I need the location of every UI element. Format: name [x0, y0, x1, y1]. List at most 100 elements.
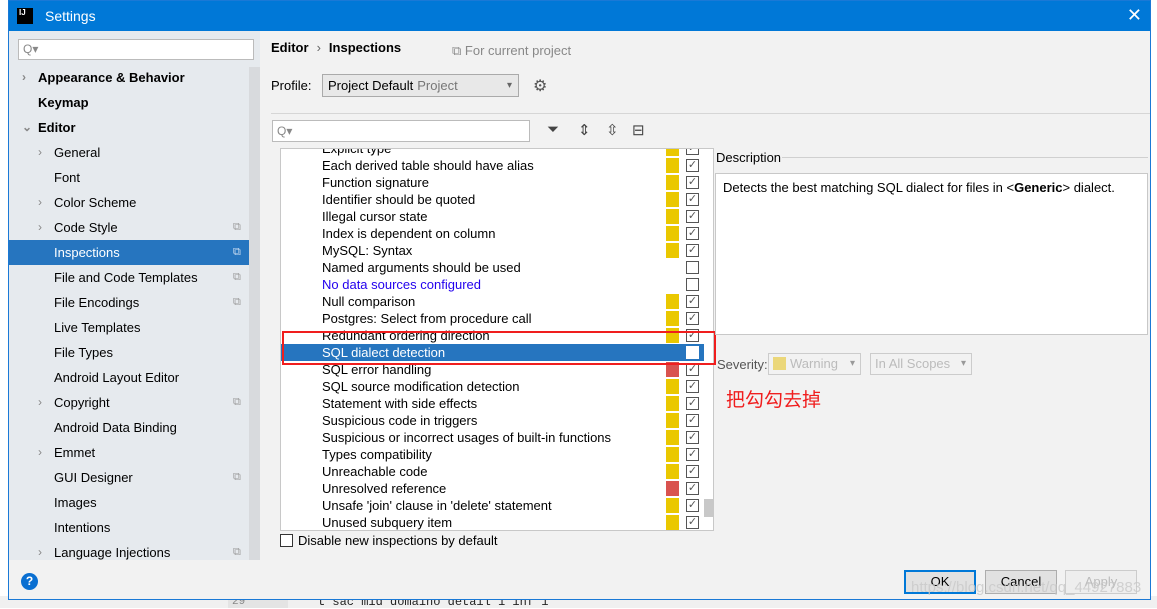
gear-icon[interactable]: ⚙ [533, 76, 547, 96]
sidebar-item-android-data-binding[interactable]: Android Data Binding [9, 415, 260, 440]
breadcrumb: Editor › Inspections [271, 40, 401, 55]
reset-icon[interactable]: ⊟ [632, 121, 645, 139]
sidebar-item-android-layout-editor[interactable]: Android Layout Editor [9, 365, 260, 390]
project-scope-icon: ⧉ [233, 271, 241, 283]
inspection-checkbox[interactable]: ✓ [686, 431, 699, 444]
inspection-checkbox[interactable]: ✓ [686, 465, 699, 478]
sidebar-scrollbar[interactable] [249, 67, 260, 560]
inspection-search-input[interactable]: Q▾ [272, 120, 530, 142]
inspection-checkbox[interactable]: ✓ [686, 193, 699, 206]
inspection-row[interactable]: Identifier should be quoted ✓ [281, 191, 704, 208]
disable-new-inspections-checkbox[interactable]: Disable new inspections by default [280, 533, 497, 548]
inspection-row[interactable]: Function signature ✓ [281, 174, 704, 191]
chevron-right-icon[interactable]: › [22, 65, 26, 90]
inspection-label: MySQL: Syntax [322, 243, 413, 258]
sidebar-item-gui-designer[interactable]: GUI Designer ⧉ [9, 465, 260, 490]
inspection-row[interactable]: Illegal cursor state ✓ [281, 208, 704, 225]
sidebar-item-file-encodings[interactable]: File Encodings ⧉ [9, 290, 260, 315]
inspection-row[interactable]: Unused subquery item ✓ [281, 514, 704, 530]
sidebar-item-editor[interactable]: ⌄ Editor [9, 115, 260, 140]
help-icon[interactable]: ? [21, 573, 38, 590]
sidebar-item-live-templates[interactable]: Live Templates [9, 315, 260, 340]
chevron-right-icon[interactable]: › [38, 540, 42, 565]
severity-indicator [666, 209, 679, 224]
inspection-checkbox[interactable]: ✓ [686, 516, 699, 529]
sidebar-item-inspections[interactable]: Inspections ⧉ [9, 240, 260, 265]
expand-all-icon[interactable]: ⇕ [578, 121, 591, 139]
inspection-row[interactable]: Suspicious code in triggers ✓ [281, 412, 704, 429]
profile-select[interactable]: Project Default Project ▾ [322, 74, 519, 97]
breadcrumb-editor[interactable]: Editor [271, 40, 309, 55]
sidebar-item-appearance-behavior[interactable]: › Appearance & Behavior [9, 65, 260, 90]
sidebar-item-file-types[interactable]: File Types [9, 340, 260, 365]
chevron-right-icon[interactable]: › [38, 140, 42, 165]
severity-indicator [666, 464, 679, 479]
inspection-checkbox[interactable]: ✓ [686, 448, 699, 461]
sidebar-item-copyright[interactable]: › Copyright ⧉ [9, 390, 260, 415]
sidebar-item-label: Images [54, 495, 97, 510]
severity-indicator [666, 311, 679, 326]
chevron-down-icon[interactable]: ⌄ [22, 115, 32, 140]
project-scope-icon: ⧉ [233, 246, 241, 258]
inspection-checkbox[interactable]: ✓ [686, 414, 699, 427]
inspection-row[interactable]: Explicit type ✓ [281, 149, 704, 157]
inspection-checkbox[interactable]: ✓ [686, 244, 699, 257]
inspection-row[interactable]: Unsafe 'join' clause in 'delete' stateme… [281, 497, 704, 514]
inspection-checkbox[interactable]: ✓ [686, 380, 699, 393]
sidebar-item-images[interactable]: Images [9, 490, 260, 515]
inspection-checkbox[interactable]: ✓ [686, 499, 699, 512]
inspection-checkbox[interactable] [686, 278, 699, 291]
sidebar-item-emmet[interactable]: › Emmet [9, 440, 260, 465]
inspection-checkbox[interactable]: ✓ [686, 397, 699, 410]
sidebar-item-keymap[interactable]: Keymap [9, 90, 260, 115]
severity-select[interactable]: Warning ▾ [768, 353, 861, 375]
inspection-row[interactable]: Types compatibility ✓ [281, 446, 704, 463]
severity-indicator [666, 430, 679, 445]
chevron-right-icon[interactable]: › [38, 190, 42, 215]
inspection-row[interactable]: Index is dependent on column ✓ [281, 225, 704, 242]
inspection-row[interactable]: Named arguments should be used [281, 259, 704, 276]
chevron-right-icon[interactable]: › [38, 215, 42, 240]
inspection-label: Types compatibility [322, 447, 432, 462]
inspections-scrollbar[interactable] [704, 499, 713, 517]
inspection-label: Unreachable code [322, 464, 428, 479]
inspection-row[interactable]: Unreachable code ✓ [281, 463, 704, 480]
inspection-checkbox[interactable]: ✓ [686, 159, 699, 172]
sidebar-item-language-injections[interactable]: › Language Injections ⧉ [9, 540, 260, 565]
inspection-checkbox[interactable]: ✓ [686, 227, 699, 240]
inspection-checkbox[interactable]: ✓ [686, 210, 699, 223]
sidebar-item-color-scheme[interactable]: › Color Scheme [9, 190, 260, 215]
inspection-checkbox[interactable]: ✓ [686, 295, 699, 308]
inspection-row[interactable]: Each derived table should have alias ✓ [281, 157, 704, 174]
sidebar-item-label: Inspections [54, 245, 120, 260]
inspection-label: Each derived table should have alias [322, 158, 534, 173]
sidebar-item-font[interactable]: Font [9, 165, 260, 190]
chevron-right-icon[interactable]: › [38, 390, 42, 415]
close-icon[interactable]: ✕ [1127, 5, 1142, 26]
inspection-row[interactable]: No data sources configured [281, 276, 704, 293]
inspection-row[interactable]: Suspicious or incorrect usages of built-… [281, 429, 704, 446]
inspection-row[interactable]: Postgres: Select from procedure call ✓ [281, 310, 704, 327]
checkbox[interactable] [280, 534, 293, 547]
inspection-row[interactable]: Unresolved reference ✓ [281, 480, 704, 497]
sidebar-item-general[interactable]: › General [9, 140, 260, 165]
severity-indicator [666, 294, 679, 309]
inspection-checkbox[interactable]: ✓ [686, 312, 699, 325]
collapse-all-icon[interactable]: ⇳ [606, 121, 619, 139]
project-scope-icon: ⧉ [233, 471, 241, 483]
sidebar-item-file-and-code-templates[interactable]: File and Code Templates ⧉ [9, 265, 260, 290]
inspection-checkbox[interactable]: ✓ [686, 176, 699, 189]
sidebar-search-input[interactable]: Q▾ [18, 39, 254, 60]
inspection-row[interactable]: Statement with side effects ✓ [281, 395, 704, 412]
chevron-right-icon[interactable]: › [38, 440, 42, 465]
inspection-row[interactable]: MySQL: Syntax ✓ [281, 242, 704, 259]
inspection-checkbox[interactable]: ✓ [686, 149, 699, 155]
sidebar-item-code-style[interactable]: › Code Style ⧉ [9, 215, 260, 240]
scope-select[interactable]: In All Scopes ▾ [870, 353, 972, 375]
inspection-checkbox[interactable]: ✓ [686, 482, 699, 495]
sidebar-item-intentions[interactable]: Intentions [9, 515, 260, 540]
filter-icon[interactable]: ⏷ [547, 121, 559, 138]
inspection-row[interactable]: Null comparison ✓ [281, 293, 704, 310]
inspection-checkbox[interactable] [686, 261, 699, 274]
inspection-row[interactable]: SQL source modification detection ✓ [281, 378, 704, 395]
